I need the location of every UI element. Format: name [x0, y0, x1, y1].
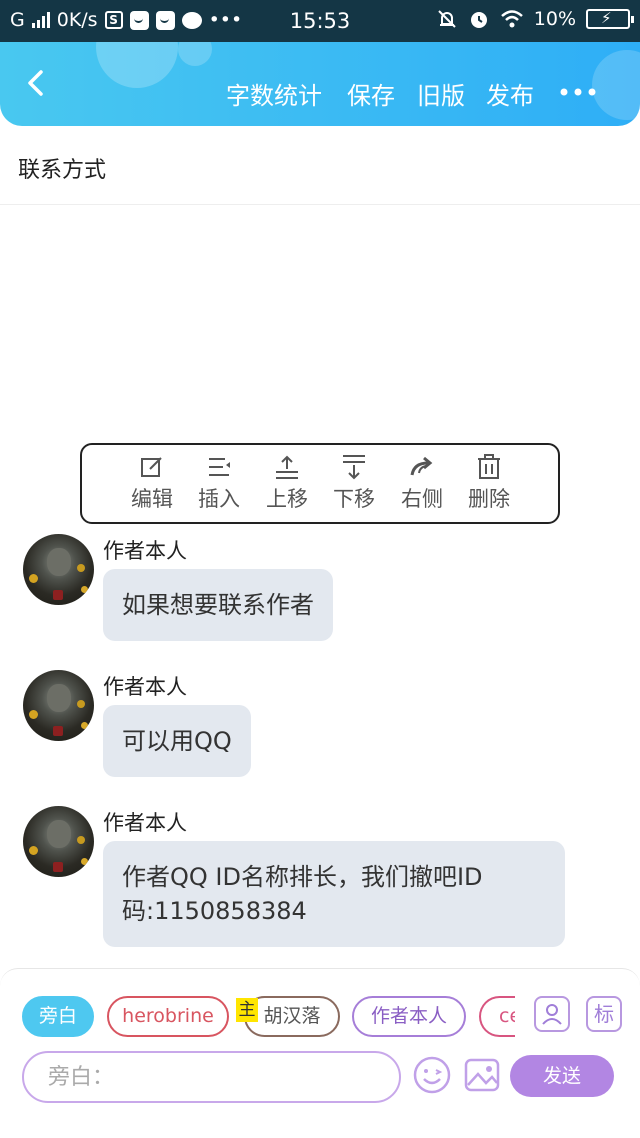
mute-bell-icon: [438, 10, 456, 28]
save-button[interactable]: 保存: [347, 76, 395, 111]
send-button[interactable]: 发送: [510, 1055, 614, 1097]
message-text-line: 作者QQ ID名称排长，我们撤吧ID: [122, 863, 483, 891]
word-count-button[interactable]: 字数统计: [226, 76, 322, 111]
forward-arrow-icon: [410, 456, 433, 476]
message-input-wrap[interactable]: [22, 1051, 401, 1103]
header-decoration: [592, 50, 640, 120]
emoji-icon[interactable]: [412, 1055, 452, 1095]
message-text: 可以用QQ: [122, 727, 232, 755]
message-text: 如果想要联系作者: [122, 591, 314, 619]
delete-button[interactable]: 删除: [455, 453, 523, 513]
trash-icon: [478, 454, 500, 479]
old-version-button[interactable]: 旧版: [417, 76, 465, 111]
role-chip-ce[interactable]: ce: [479, 996, 515, 1037]
chapter-title-row[interactable]: 联系方式: [0, 126, 640, 205]
host-badge: 主: [236, 998, 258, 1022]
delete-label: 删除: [468, 487, 510, 511]
tag-button[interactable]: 标: [586, 996, 622, 1032]
insert-label: 插入: [198, 487, 240, 511]
header-decoration: [96, 42, 178, 88]
edit-button[interactable]: 编辑: [118, 453, 186, 513]
battery-icon: ⚡: [586, 9, 634, 29]
move-up-icon: [276, 455, 298, 479]
avatar[interactable]: [23, 534, 94, 605]
move-down-button[interactable]: 下移: [320, 453, 388, 513]
person-card-icon: [542, 1004, 562, 1025]
wifi-icon: [500, 10, 523, 28]
message-input[interactable]: [24, 1053, 399, 1101]
message-bubble[interactable]: 可以用QQ: [103, 705, 251, 777]
back-arrow-icon[interactable]: [22, 68, 52, 98]
message-text-line: 码:1150858384: [122, 897, 307, 925]
right-side-button[interactable]: 右侧: [388, 453, 456, 513]
publish-button[interactable]: 发布: [486, 76, 534, 111]
role-chip-huhanluo[interactable]: 胡汉落: [244, 996, 340, 1037]
image-icon[interactable]: [462, 1055, 502, 1095]
more-icon[interactable]: [560, 88, 596, 96]
insert-button[interactable]: 插入: [185, 453, 253, 513]
edit-label: 编辑: [131, 487, 173, 511]
status-bar: G 0K/s S ••• 15:53 10% ⚡: [0, 0, 640, 42]
role-chip-narrator[interactable]: 旁白: [22, 996, 94, 1037]
sender-name: 作者本人: [103, 675, 187, 699]
move-down-label: 下移: [333, 487, 375, 511]
alarm-icon: [470, 12, 487, 28]
move-down-icon: [343, 455, 365, 480]
message-bubble[interactable]: 作者QQ ID名称排长，我们撤吧ID 码:1150858384: [103, 841, 565, 947]
move-up-button[interactable]: 上移: [253, 453, 321, 513]
avatar[interactable]: [23, 670, 94, 741]
role-chip-herobrine[interactable]: herobrine: [107, 996, 229, 1037]
header-decoration: [178, 42, 212, 66]
sender-name: 作者本人: [103, 811, 187, 835]
message-context-toolbar: 编辑 插入 上移 下移 右侧 删除: [80, 443, 560, 524]
message-bubble[interactable]: 如果想要联系作者: [103, 569, 333, 641]
sender-name: 作者本人: [103, 539, 187, 563]
move-up-label: 上移: [266, 487, 308, 511]
status-right: 10% ⚡: [436, 8, 634, 30]
edit-icon: [141, 457, 162, 477]
character-manager-button[interactable]: [534, 996, 570, 1032]
battery-percent: 10%: [533, 8, 576, 30]
right-side-label: 右侧: [401, 487, 443, 511]
page-title: 联系方式: [18, 158, 107, 183]
app-header: 字数统计 保存 旧版 发布: [0, 42, 640, 126]
insert-icon: [209, 458, 230, 476]
role-chip-author[interactable]: 作者本人: [352, 996, 466, 1037]
avatar[interactable]: [23, 806, 94, 877]
